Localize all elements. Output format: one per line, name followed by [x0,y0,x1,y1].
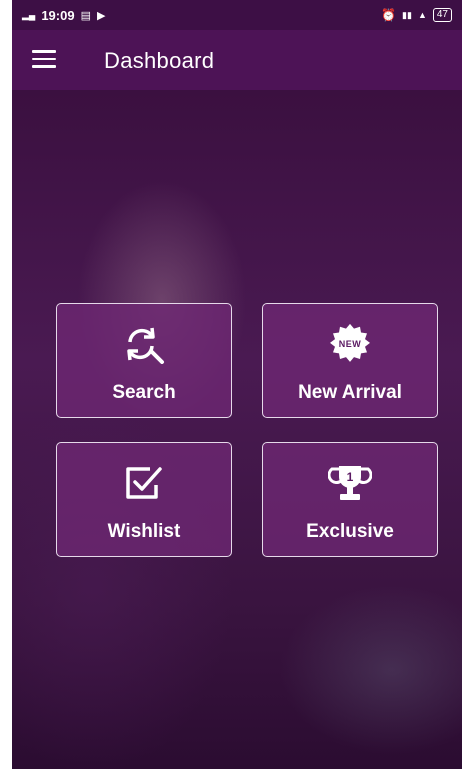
checkbox-icon [122,463,166,503]
trophy-number: 1 [346,470,354,484]
status-bar: ▂▄ 19:09 ▤ ▶ ⏰ ▮▮ ▲ 47 [12,0,462,30]
trophy-icon: 1 [328,463,372,503]
new-badge-text: NEW [338,339,362,349]
new-badge-icon: NEW [328,324,372,364]
video-icon: ▶ [96,9,106,22]
background-image [12,90,462,769]
menu-button[interactable] [32,50,56,68]
status-left: ▂▄ 19:09 ▤ ▶ [22,8,105,23]
new-arrival-label: New Arrival [298,382,402,403]
search-refresh-icon [122,324,166,364]
signal-icon: ▂▄ [22,9,36,20]
search-label: Search [112,382,176,403]
search-tile[interactable]: Search [56,303,232,418]
exclusive-tile[interactable]: 1 Exclusive [262,442,438,557]
menu-icon-line [32,65,56,68]
menu-icon-line [32,57,56,60]
wishlist-tile[interactable]: Wishlist [56,442,232,557]
status-time: 19:09 [41,7,75,23]
page-title: Dashboard [104,48,215,73]
battery-indicator: 47 [432,8,452,22]
wishlist-label: Wishlist [107,521,181,542]
network-icon: ▲ [417,9,427,20]
notification-icon: ▤ [80,9,91,22]
exclusive-label: Exclusive [306,521,394,542]
status-right: ⏰ ▮▮ ▲ 47 [381,8,452,22]
phone-screen: ▂▄ 19:09 ▤ ▶ ⏰ ▮▮ ▲ 47 Dashboard Search … [12,0,462,769]
new-arrival-tile[interactable]: NEW New Arrival [262,303,438,418]
app-bar: Dashboard [12,30,462,90]
volte-icon: ▮▮ [402,9,412,20]
alarm-icon: ⏰ [381,8,397,22]
menu-icon-line [32,50,56,53]
